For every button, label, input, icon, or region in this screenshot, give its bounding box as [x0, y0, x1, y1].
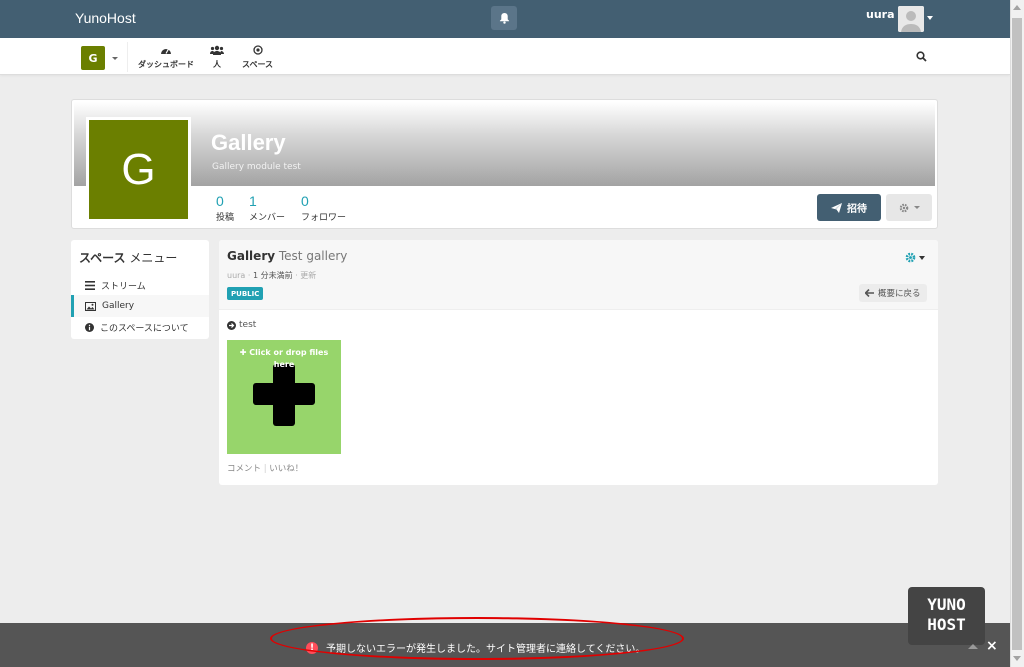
image-icon: [85, 301, 96, 311]
info-circle-icon: [85, 322, 94, 332]
stat-value: 0: [216, 193, 224, 209]
user-name[interactable]: uura: [866, 8, 895, 21]
space-settings-button[interactable]: [886, 194, 932, 221]
top-bar: YunoHost uura: [0, 0, 1010, 38]
stat-members[interactable]: 1 メンバー: [249, 193, 285, 223]
back-label: 概要に戻る: [878, 289, 921, 299]
chevron-up-icon[interactable]: [968, 644, 978, 649]
gallery-footer: コメント | いいね！: [227, 464, 304, 474]
arrow-circle-right-icon: [227, 320, 236, 330]
gallery-author[interactable]: uura: [227, 271, 245, 280]
menu-item-label: このスペースについて: [100, 323, 189, 334]
scrollbar-thumb[interactable]: [1012, 18, 1022, 650]
space-menu-title: スペース メニュー: [79, 251, 178, 265]
nav-item-label: ダッシュボード: [138, 60, 194, 69]
chevron-down-icon[interactable]: [112, 57, 118, 60]
stat-label: 投稿: [216, 213, 235, 223]
public-badge: PUBLIC: [227, 287, 264, 300]
yunohost-logo[interactable]: YUNO HOST: [908, 587, 985, 645]
space-header: G Gallery Gallery module test 0 投稿 1 メンバ…: [71, 99, 938, 229]
stat-label: メンバー: [249, 213, 286, 223]
gallery-meta: uura · 1 分未満前 · 更新: [227, 271, 317, 280]
gallery-title: Gallery Test gallery: [227, 249, 348, 263]
gallery-time: 1 分未満前: [252, 271, 293, 280]
back-to-overview-button[interactable]: 概要に戻る: [859, 284, 927, 302]
user-avatar[interactable]: [898, 6, 924, 32]
comment-link[interactable]: コメント: [227, 464, 261, 474]
dot-circle-icon: [252, 45, 263, 55]
nav-item-dashboard[interactable]: ダッシュボード: [138, 44, 194, 72]
menu-item-gallery[interactable]: Gallery: [71, 295, 209, 317]
menu-item-about[interactable]: このスペースについて: [71, 316, 209, 338]
dashboard-icon: [161, 48, 171, 54]
like-link[interactable]: いいね！: [269, 464, 303, 474]
stat-label: フォロワー: [301, 213, 347, 223]
gear-icon: [905, 252, 916, 263]
menu-item-label: Gallery: [102, 301, 135, 311]
gallery-header: Gallery Test gallery uura · 1 分未満前 · 更新 …: [219, 240, 938, 310]
paper-plane-icon: [831, 202, 842, 213]
nav-divider: [127, 42, 128, 72]
bars-icon: [85, 280, 95, 290]
annotation-highlight-oval: [270, 617, 684, 660]
gallery-updated: 更新: [300, 271, 317, 280]
space-menu: スペース メニュー ストリーム Gallery このスペースについて: [71, 240, 209, 339]
stat-followers[interactable]: 0 フォロワー: [301, 193, 346, 223]
nav-item-label: スペース: [242, 60, 274, 69]
space-chooser-button[interactable]: G: [81, 46, 105, 70]
space-title: Gallery: [211, 130, 286, 155]
stat-value: 1: [249, 193, 257, 209]
close-error-button[interactable]: ×: [986, 638, 998, 654]
folder-link[interactable]: test: [227, 320, 256, 330]
menu-item-label: ストリーム: [101, 281, 146, 292]
invite-label: 招待: [847, 204, 867, 215]
upload-label: ✚ Click or drop files here: [239, 348, 329, 369]
nav-item-people[interactable]: 人: [210, 44, 224, 72]
menu-item-stream[interactable]: ストリーム: [71, 274, 209, 296]
nav-bar: G ダッシュボード 人 スペース: [0, 38, 1010, 75]
gallery-panel: Gallery Test gallery uura · 1 分未満前 · 更新 …: [219, 240, 938, 485]
nav-item-label: 人: [213, 60, 221, 69]
notification-button[interactable]: [491, 6, 517, 30]
space-banner: [74, 102, 935, 186]
folder-label: test: [239, 320, 257, 330]
nav-item-spaces[interactable]: スペース: [242, 44, 273, 72]
upload-dropzone[interactable]: ✚ Click or drop files here: [227, 340, 341, 454]
invite-button[interactable]: 招待: [817, 194, 881, 221]
space-description: Gallery module test: [212, 162, 301, 172]
arrow-left-icon: [865, 289, 874, 297]
bell-icon: [499, 12, 509, 24]
space-logo[interactable]: G: [86, 117, 191, 222]
scroll-down-arrow[interactable]: [1013, 656, 1021, 661]
search-icon[interactable]: [916, 51, 927, 62]
chevron-down-icon: [919, 255, 925, 260]
gallery-settings-button[interactable]: [905, 252, 925, 263]
stat-value: 0: [301, 193, 309, 209]
chevron-down-icon: [913, 206, 920, 209]
stat-posts[interactable]: 0 投稿: [216, 193, 234, 223]
user-avatar-icon: [898, 6, 924, 32]
chevron-down-icon[interactable]: [927, 16, 933, 20]
brand-logo[interactable]: YunoHost: [75, 10, 136, 26]
scroll-up-arrow[interactable]: [1013, 5, 1021, 10]
gear-icon: [899, 203, 908, 212]
users-icon: [210, 45, 224, 55]
